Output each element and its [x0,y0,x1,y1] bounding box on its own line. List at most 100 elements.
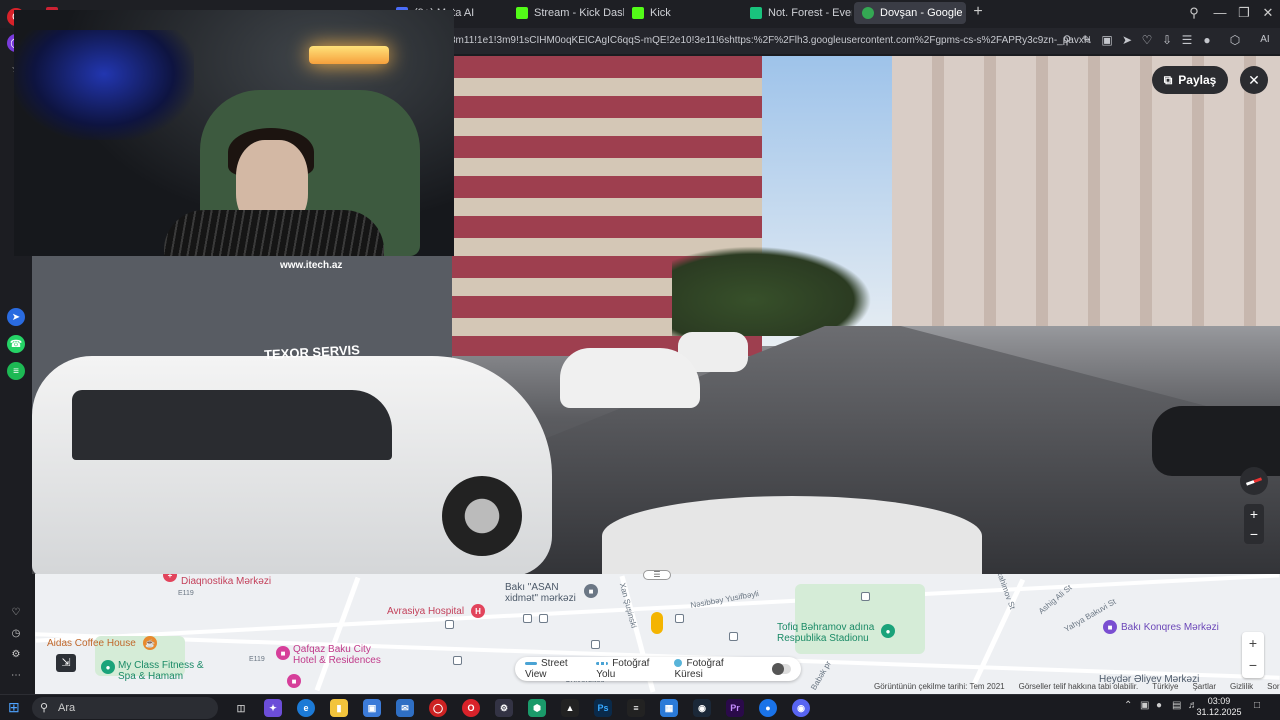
zoom-in-button[interactable]: + [1244,504,1264,524]
ai-button[interactable]: AI [1254,33,1276,47]
bus-stop-icon[interactable] [591,640,600,649]
government-pin-icon[interactable]: ■ [584,584,598,598]
photoshop-icon[interactable]: Ps [594,699,612,717]
layer-photo-path[interactable]: Fotoğraf Yolu [596,658,662,680]
poi-label[interactable]: Avrasiya Hospital [387,606,464,617]
tray-screen-icon[interactable]: ▣ [1140,700,1149,711]
drag-handle[interactable]: ☰ [643,570,671,580]
poi-label[interactable]: Bakı "ASAN xidmət" mərkəzi [505,582,585,604]
map-zoom-in-button[interactable]: + [1242,632,1264,654]
notification-icon[interactable]: □ [1254,700,1260,711]
close-window-icon[interactable]: ✕ [1258,4,1278,22]
extension-icon[interactable]: ⬡ [1228,33,1242,47]
windows-start-icon[interactable]: ⊞ [8,700,22,714]
zoom-icon[interactable]: ⚲ [1060,33,1074,47]
car-window [72,390,392,460]
profile-icon[interactable]: ● [1200,33,1214,47]
network-icon[interactable]: ▤ [1172,700,1181,711]
venue-pin-icon[interactable]: ■ [1103,620,1117,634]
game-icon[interactable]: ▲ [561,699,579,717]
mail-icon[interactable]: ✉ [396,699,414,717]
terms-link[interactable]: Şartlar [1192,682,1216,694]
camera-icon[interactable]: ▣ [1100,33,1114,47]
bus-stop-icon[interactable] [539,614,548,623]
edit-icon[interactable]: ✎ [1080,33,1094,47]
taskbar-search[interactable]: ⚲ Ara [32,697,218,719]
poi-label[interactable]: Bakı Konqres Mərkəzi [1121,622,1219,633]
microphone-icon[interactable]: ● [1156,700,1162,711]
layer-street-view[interactable]: Street View [525,658,584,680]
file-explorer-icon[interactable]: ▮ [330,699,348,717]
menu-icon[interactable]: ☰ [1180,33,1194,47]
poi-label[interactable]: My Class Fitness & Spa & Hamam [118,660,208,682]
fitness-pin-icon[interactable]: ● [101,660,115,674]
close-streetview-button[interactable]: ✕ [1240,66,1268,94]
settings-gear-icon[interactable]: ⚙ [7,645,25,663]
tray-chevron-icon[interactable]: ⌃ [1124,700,1132,711]
layer-toggle[interactable] [771,663,791,675]
hospital-pin-icon[interactable]: H [471,604,485,618]
heart-icon[interactable]: ♡ [1140,33,1154,47]
region-link[interactable]: Türkiye [1152,682,1178,694]
task-view-icon[interactable]: ◫ [232,699,250,717]
tab-match[interactable]: Not. Forest - Everton | Idd [742,2,852,24]
pegman-icon[interactable] [651,612,663,634]
more-options-icon[interactable]: ⋯ [7,666,25,684]
opera-icon[interactable]: ◯ [429,699,447,717]
minimize-icon[interactable]: — [1210,4,1230,22]
share-button[interactable]: ⧉ Paylaş [1152,66,1228,94]
bus-stop-icon[interactable] [453,656,462,665]
send-icon[interactable]: ➤ [1120,33,1134,47]
layer-photo-sphere[interactable]: Fotoğraf Küresi [674,658,745,680]
poi-label[interactable]: Qafqaz Baku City Hotel & Residences [293,644,393,666]
copilot-icon[interactable]: ✦ [264,699,282,717]
opera-gx-icon[interactable]: O [462,699,480,717]
copyright-link[interactable]: Görseller telif hakkına tabi olabilir. [1019,682,1139,694]
messenger-icon[interactable]: ➤ [7,308,25,326]
report-link[interactable]: Sorun bildirin [1267,682,1280,694]
map-zoom-out-button[interactable]: − [1242,654,1264,676]
car-wheel [442,476,522,556]
expand-map-icon[interactable]: ⇲ [56,654,76,672]
bus-stop-icon[interactable] [523,614,532,623]
history-icon[interactable]: ◷ [7,624,25,642]
store-icon[interactable]: ▣ [363,699,381,717]
poi-label[interactable]: Tofiq Bəhramov adına Respublika Stadionu [777,622,897,644]
premiere-icon[interactable]: Pr [726,699,744,717]
green-app-icon[interactable]: ⬢ [528,699,546,717]
taskbar-clock[interactable]: 03:09 31.12.2025 [1196,696,1242,718]
search-tabs-icon[interactable]: ⚲ [1184,4,1204,22]
stadium-pin-icon[interactable]: ● [881,624,895,638]
zoom-out-button[interactable]: − [1244,524,1264,544]
bus-stop-icon[interactable] [445,620,454,629]
steam-alt-icon[interactable]: ⚙ [495,699,513,717]
poi-label[interactable]: Aidas Coffee House [47,638,136,649]
hotel-pin-icon[interactable]: ■ [276,646,290,660]
url-field[interactable]: 3m11!1e1!3m9!1sCIHM0oqKEICAgIC6qqS-mQE!2… [450,32,1090,50]
whatsapp-icon[interactable]: ☎ [7,335,25,353]
new-tab-plus-icon[interactable]: + [970,4,986,20]
chrome-icon[interactable]: ● [759,699,777,717]
hospital-pin-icon[interactable]: + [163,574,177,582]
edge-icon[interactable]: e [297,699,315,717]
tab-kick-dashboard[interactable]: Stream - Kick Dashboard [508,2,624,24]
favorites-heart-icon[interactable]: ♡ [7,603,25,621]
discord-icon[interactable]: ◉ [792,699,810,717]
maximize-icon[interactable]: ❐ [1234,4,1254,22]
terminal-icon[interactable]: ≡ [627,699,645,717]
poi-label[interactable]: Diaqnostika Mərkəzi [181,576,271,587]
monitor-app-icon[interactable]: ▦ [660,699,678,717]
tab-google-maps[interactable]: Dovşan - Google Haritalar [854,2,966,24]
cafe-pin-icon[interactable]: ☕ [143,636,157,650]
compass-icon[interactable] [1240,467,1268,495]
bus-stop-icon[interactable] [675,614,684,623]
hotel-pin-icon[interactable]: ■ [287,674,301,688]
tab-kick[interactable]: Kick [624,2,734,24]
map-street [969,578,1026,690]
privacy-link[interactable]: Gizlilik [1230,682,1253,694]
steam-icon[interactable]: ◉ [693,699,711,717]
download-icon[interactable]: ⇩ [1160,33,1174,47]
bus-stop-icon[interactable] [861,592,870,601]
spotify-icon[interactable]: ≡ [7,362,25,380]
bus-stop-icon[interactable] [729,632,738,641]
